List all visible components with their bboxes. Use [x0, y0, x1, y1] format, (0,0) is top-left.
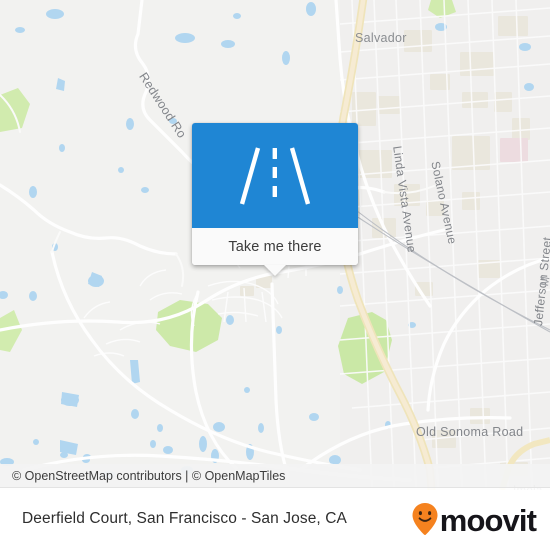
footer-bar: Deerfield Court, San Francisco - San Jos… [0, 488, 550, 550]
card-action-footer[interactable]: Take me there [192, 228, 358, 276]
map-info-card[interactable]: Take me there [192, 123, 358, 276]
moovit-logo[interactable]: moovit [411, 502, 537, 538]
road-icon [239, 146, 311, 205]
map-canvas[interactable]: Salvador Redwood Ro Linda Vista Avenue S… [0, 0, 550, 490]
map-attribution-bar: © OpenStreetMap contributors | © OpenMap… [0, 464, 550, 488]
moovit-wordmark: moovit [439, 502, 537, 538]
map-pin-smiley-icon [412, 503, 438, 535]
take-me-there-label: Take me there [228, 238, 322, 255]
card-image-header [192, 123, 358, 228]
page-title: Deerfield Court, San Francisco - San Jos… [22, 510, 347, 527]
map-screenshot: Salvador Redwood Ro Linda Vista Avenue S… [0, 0, 550, 550]
card-pointer-tail [264, 265, 286, 276]
attribution-text: © OpenStreetMap contributors | © OpenMap… [12, 468, 286, 483]
